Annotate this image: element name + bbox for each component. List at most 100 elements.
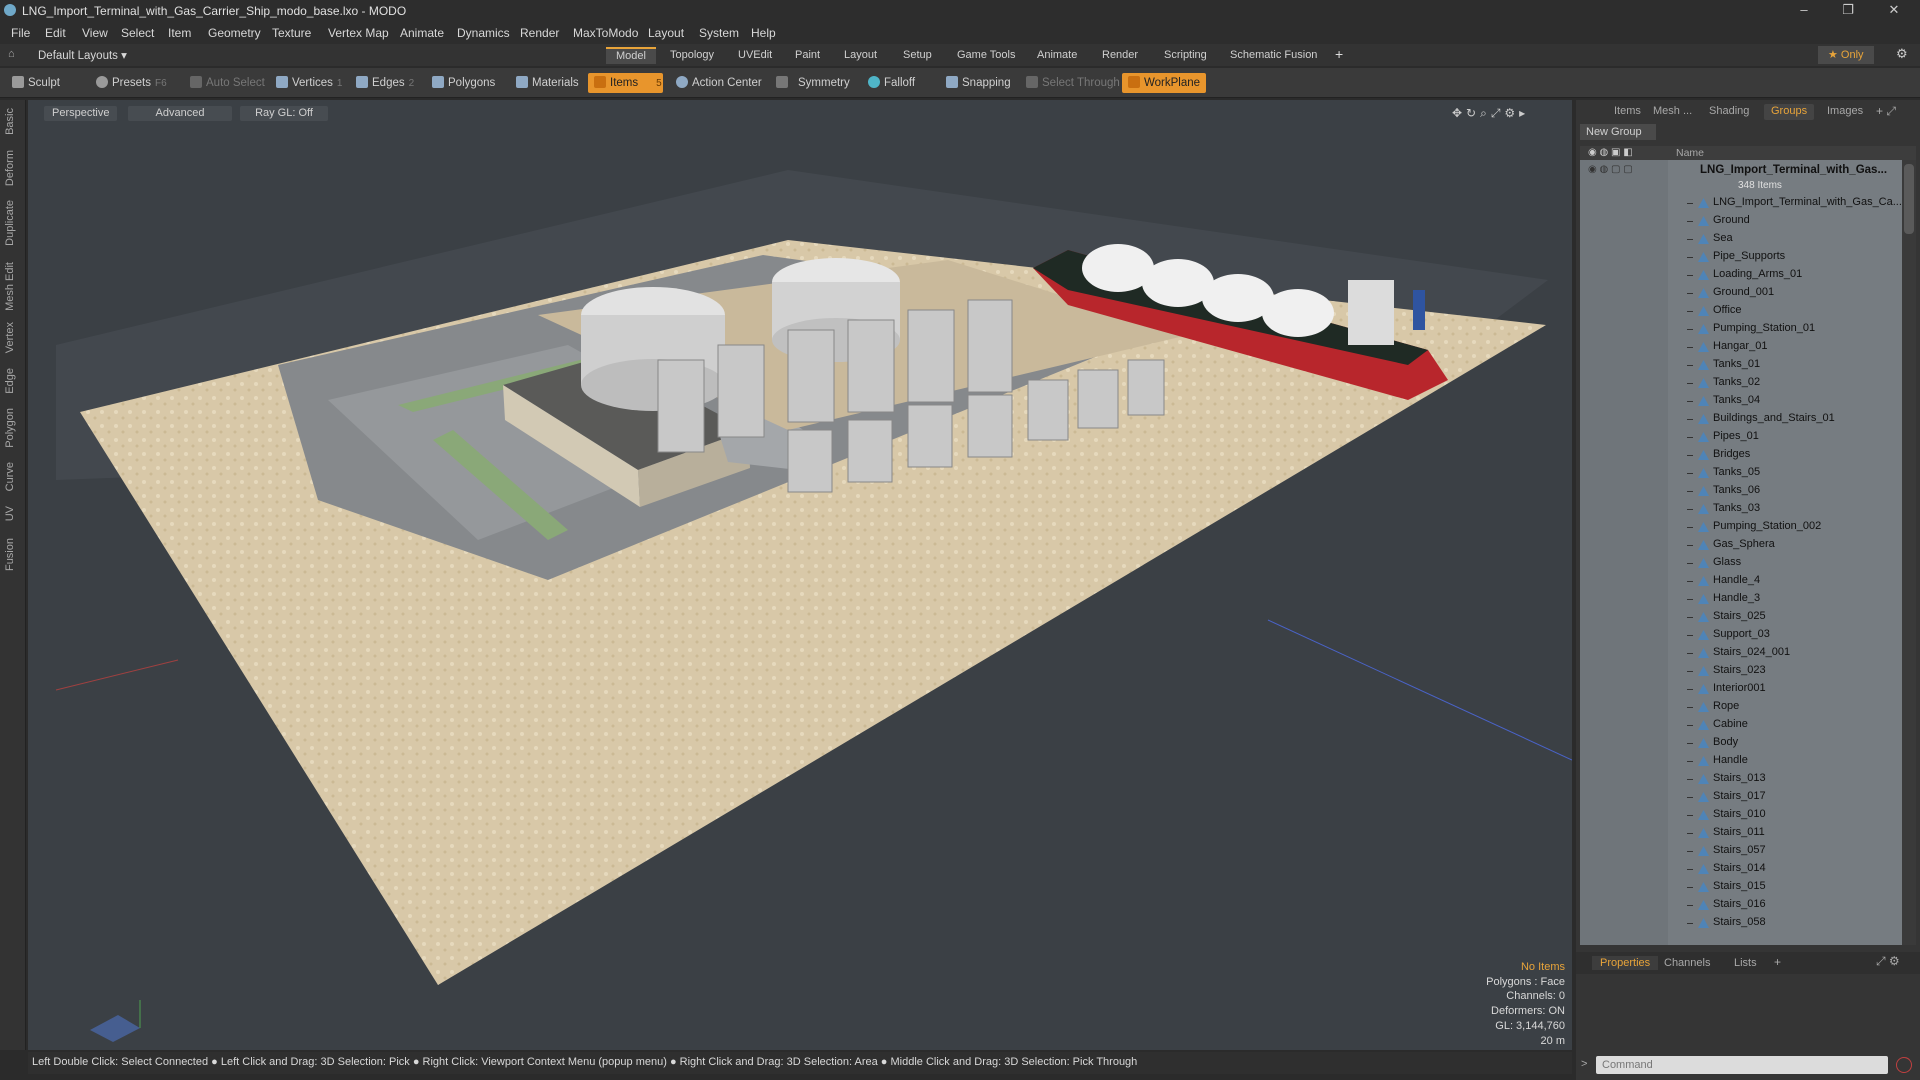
group-item[interactable]: Tanks_04: [1580, 392, 1902, 410]
raygl-toggle[interactable]: Ray GL: Off: [240, 106, 328, 121]
tab-duplicate[interactable]: Duplicate: [4, 200, 16, 246]
select-through-button[interactable]: Select Through: [1020, 73, 1126, 93]
menu-texture[interactable]: Texture: [272, 26, 311, 40]
group-item[interactable]: Stairs_024_001: [1580, 644, 1902, 662]
tab-mesh-edit[interactable]: Mesh Edit: [4, 262, 16, 311]
group-item[interactable]: Tanks_02: [1580, 374, 1902, 392]
group-item[interactable]: Body: [1580, 734, 1902, 752]
menu-render[interactable]: Render: [520, 26, 559, 40]
snapping-button[interactable]: Snapping: [940, 73, 1017, 93]
perspective-menu[interactable]: Perspective: [44, 106, 118, 121]
tab-items[interactable]: Items: [1607, 104, 1648, 120]
group-item[interactable]: Tanks_05: [1580, 464, 1902, 482]
list-scrollbar[interactable]: [1902, 160, 1916, 945]
tab-groups[interactable]: Groups: [1764, 104, 1815, 120]
minimize-button[interactable]: –: [1784, 2, 1824, 20]
viewport-nav-icons[interactable]: ✥↻⌕⤢⚙▸: [1452, 106, 1529, 121]
menu-select[interactable]: Select: [121, 26, 154, 40]
group-item[interactable]: Sea: [1580, 230, 1902, 248]
group-item[interactable]: Tanks_06: [1580, 482, 1902, 500]
visibility-icon[interactable]: ◉ ◍ ▣ ◧: [1588, 147, 1633, 158]
menu-layout[interactable]: Layout: [648, 26, 684, 40]
tab-game-tools[interactable]: Game Tools: [947, 47, 1026, 64]
sculpt-button[interactable]: Sculpt: [6, 73, 66, 93]
group-item[interactable]: Stairs_025: [1580, 608, 1902, 626]
menu-edit[interactable]: Edit: [45, 26, 66, 40]
menu-file[interactable]: File: [11, 26, 30, 40]
tab-uvedit[interactable]: UVEdit: [728, 47, 782, 64]
tab-basic[interactable]: Basic: [4, 108, 16, 135]
close-button[interactable]: ✕: [1874, 2, 1914, 20]
group-item[interactable]: Handle_4: [1580, 572, 1902, 590]
group-item[interactable]: Stairs_057: [1580, 842, 1902, 860]
scrollbar-thumb[interactable]: [1904, 164, 1914, 234]
edges-button[interactable]: Edges 2: [350, 73, 420, 93]
menu-item[interactable]: Item: [168, 26, 191, 40]
tab-topology[interactable]: Topology: [660, 47, 724, 64]
eye-icon[interactable]: ◉ ◍ ▢ ▢: [1588, 164, 1633, 175]
menu-dynamics[interactable]: Dynamics: [457, 26, 510, 40]
falloff-button[interactable]: Falloff: [862, 73, 921, 93]
group-item[interactable]: Handle_3: [1580, 590, 1902, 608]
presets-button[interactable]: Presets F6: [90, 73, 173, 93]
menu-geometry[interactable]: Geometry: [208, 26, 261, 40]
tab-render[interactable]: Render: [1092, 47, 1148, 64]
tab-model[interactable]: Model: [606, 47, 656, 64]
tab-curve[interactable]: Curve: [4, 462, 16, 491]
action-center-button[interactable]: Action Center: [670, 73, 768, 93]
polygons-button[interactable]: Polygons: [426, 73, 501, 93]
tab-deform[interactable]: Deform: [4, 150, 16, 186]
group-item[interactable]: Stairs_014: [1580, 860, 1902, 878]
group-item[interactable]: Pumping_Station_01: [1580, 320, 1902, 338]
group-item[interactable]: LNG_Import_Terminal_with_Gas_Ca...: [1580, 194, 1902, 212]
group-item[interactable]: Pipe_Supports: [1580, 248, 1902, 266]
group-item[interactable]: Rope: [1580, 698, 1902, 716]
tab-lists[interactable]: Lists: [1726, 956, 1765, 970]
tab-setup[interactable]: Setup: [893, 47, 942, 64]
group-item[interactable]: Stairs_011: [1580, 824, 1902, 842]
symmetry-button[interactable]: Symmetry: [770, 73, 856, 93]
group-item[interactable]: Loading_Arms_01: [1580, 266, 1902, 284]
tab-fusion[interactable]: Fusion: [4, 538, 16, 571]
materials-button[interactable]: Materials: [510, 73, 585, 93]
tab-schematic-fusion[interactable]: Schematic Fusion: [1220, 47, 1327, 64]
group-item[interactable]: Ground: [1580, 212, 1902, 230]
tab-uv[interactable]: UV: [4, 506, 16, 521]
menu-system[interactable]: System: [699, 26, 739, 40]
tab-layout[interactable]: Layout: [834, 47, 887, 64]
group-item[interactable]: Stairs_017: [1580, 788, 1902, 806]
new-group-button[interactable]: New Group: [1580, 124, 1656, 140]
panel-options-icon[interactable]: + ⤢: [1876, 104, 1896, 119]
items-button[interactable]: Items 5: [588, 73, 663, 93]
group-item[interactable]: Glass: [1580, 554, 1902, 572]
group-item[interactable]: Tanks_01: [1580, 356, 1902, 374]
add-tab-icon[interactable]: +: [1774, 955, 1781, 969]
tab-mesh[interactable]: Mesh ...: [1646, 104, 1699, 120]
tab-channels[interactable]: Channels: [1656, 956, 1718, 970]
gear-icon[interactable]: ⚙: [1896, 46, 1908, 62]
tab-vertex[interactable]: Vertex: [4, 322, 16, 353]
tab-edge[interactable]: Edge: [4, 368, 16, 394]
tab-paint[interactable]: Paint: [785, 47, 830, 64]
name-column-header[interactable]: Name: [1676, 147, 1704, 159]
tab-properties[interactable]: Properties: [1592, 956, 1659, 970]
home-icon[interactable]: ⌂: [8, 48, 15, 60]
group-item[interactable]: Tanks_03: [1580, 500, 1902, 518]
maximize-button[interactable]: ❐: [1828, 2, 1868, 20]
record-icon[interactable]: [1896, 1057, 1912, 1073]
layout-selector[interactable]: Default Layouts ▾: [38, 48, 127, 62]
group-item[interactable]: Support_03: [1580, 626, 1902, 644]
menu-vertex-map[interactable]: Vertex Map: [328, 26, 389, 40]
tab-animate[interactable]: Animate: [1027, 47, 1087, 64]
group-item[interactable]: Stairs_010: [1580, 806, 1902, 824]
group-item[interactable]: Interior001: [1580, 680, 1902, 698]
tab-shading[interactable]: Shading: [1702, 104, 1756, 120]
add-tab-button[interactable]: +: [1335, 46, 1343, 62]
command-input[interactable]: Command: [1596, 1056, 1888, 1074]
group-item[interactable]: Hangar_01: [1580, 338, 1902, 356]
tab-polygon[interactable]: Polygon: [4, 408, 16, 448]
advanced-menu[interactable]: Advanced: [128, 106, 232, 121]
group-item[interactable]: Stairs_023: [1580, 662, 1902, 680]
group-item[interactable]: Pumping_Station_002: [1580, 518, 1902, 536]
group-root[interactable]: ◉ ◍ ▢ ▢ LNG_Import_Terminal_with_Gas... …: [1580, 162, 1902, 194]
